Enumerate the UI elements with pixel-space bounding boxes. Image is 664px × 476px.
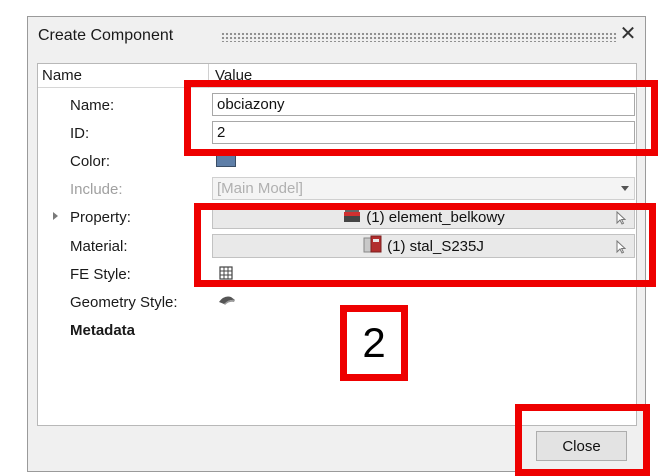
annotation-step-number: 2 [340, 305, 408, 381]
id-label: ID: [70, 125, 90, 142]
dialog-titlebar[interactable]: Create Component ✕ [28, 17, 645, 55]
metadata-label[interactable]: Metadata [70, 322, 135, 339]
column-header-name: Name [42, 67, 83, 84]
annotation-box-close [515, 404, 650, 476]
include-select: [Main Model] [212, 177, 635, 200]
name-label: Name: [70, 97, 115, 114]
row-include: Include: [Main Model] [38, 175, 636, 203]
dialog-title: Create Component [38, 27, 174, 44]
annotation-box-property-material [194, 203, 656, 287]
include-value: [Main Model] [217, 180, 303, 197]
expand-arrow-icon[interactable] [53, 212, 58, 220]
material-label: Material: [70, 238, 128, 255]
chevron-down-icon [621, 186, 629, 191]
drag-grip[interactable] [221, 32, 617, 42]
fe-style-label: FE Style: [70, 266, 131, 283]
color-label: Color: [70, 153, 111, 170]
geometry-style-icon[interactable] [218, 293, 236, 310]
row-metadata: Metadata [38, 316, 636, 344]
property-label: Property: [70, 209, 131, 226]
close-icon[interactable]: ✕ [617, 23, 639, 45]
annotation-box-name-id [184, 80, 658, 156]
include-label: Include: [70, 181, 123, 198]
geometry-style-label: Geometry Style: [70, 294, 178, 311]
page: Create Component ✕ Name Value Name: ID: [0, 0, 664, 476]
row-geometry-style: Geometry Style: [38, 288, 636, 316]
